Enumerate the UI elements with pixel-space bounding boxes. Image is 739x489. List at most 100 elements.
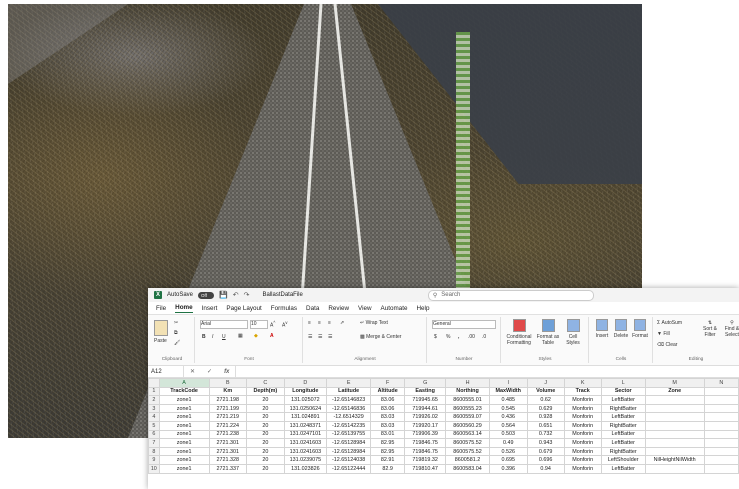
data-cell[interactable] (703, 395, 739, 405)
column-header-i[interactable]: I (488, 378, 528, 388)
column-header-a[interactable]: A (158, 378, 210, 388)
orientation-icon[interactable]: ⇗ (340, 320, 344, 326)
data-cell[interactable] (644, 446, 705, 457)
number-format-select[interactable]: General (432, 320, 496, 329)
decrease-decimal-icon[interactable]: .0 (482, 334, 486, 340)
row-header[interactable]: 9 (148, 455, 160, 465)
header-cell[interactable]: Longitude (283, 386, 328, 397)
header-cell[interactable]: Northing (445, 386, 490, 397)
copy-icon[interactable]: ⧉ (174, 330, 178, 336)
data-cell[interactable]: RightBatter (600, 420, 646, 431)
tab-help[interactable]: Help (417, 305, 430, 312)
column-header-e[interactable]: E (325, 378, 372, 388)
row-header[interactable]: 7 (148, 438, 160, 448)
percent-button[interactable]: % (446, 334, 450, 340)
data-cell[interactable] (644, 463, 705, 474)
data-cell[interactable]: 0.49 (488, 438, 528, 448)
data-cell[interactable]: Monforin (563, 395, 602, 405)
data-cell[interactable] (644, 438, 705, 448)
comma-button[interactable]: , (458, 334, 459, 340)
data-cell[interactable]: 20 (246, 463, 285, 474)
data-cell[interactable]: 8600555.01 (445, 395, 490, 405)
align-bottom-icon[interactable]: ≡ (328, 320, 331, 326)
align-center-icon[interactable]: ☰ (318, 334, 322, 340)
data-cell[interactable]: 20 (246, 395, 285, 405)
align-middle-icon[interactable]: ≡ (318, 320, 321, 326)
data-cell[interactable] (703, 446, 739, 457)
fill-color-icon[interactable]: ◆ (254, 333, 258, 339)
wrap-text-button[interactable]: ↵ Wrap Text (360, 320, 388, 326)
data-cell[interactable] (644, 429, 705, 440)
data-cell[interactable]: 83.06 (370, 403, 406, 414)
merge-center-button[interactable]: ▩ Merge & Center (360, 334, 401, 340)
tab-page-layout[interactable]: Page Layout (226, 305, 261, 312)
data-cell[interactable]: zone1 (158, 455, 210, 465)
row-header[interactable]: 10 (148, 463, 160, 474)
data-cell[interactable]: 8600581.2 (445, 455, 490, 465)
tab-automate[interactable]: Automate (381, 305, 408, 312)
data-cell[interactable]: -12.65128984 (325, 438, 372, 448)
data-cell[interactable]: 0.732 (526, 429, 565, 440)
tab-file[interactable]: File (156, 305, 166, 312)
data-cell[interactable]: 0.62 (526, 395, 565, 405)
data-cell[interactable]: 8600575.52 (445, 446, 490, 457)
data-cell[interactable]: LeftShoulder (600, 455, 646, 465)
column-header-l[interactable]: L (600, 378, 646, 388)
data-cell[interactable] (703, 463, 739, 474)
data-cell[interactable]: Monforin (563, 446, 602, 457)
fill-button[interactable]: ▼ Fill (657, 331, 670, 337)
data-cell[interactable] (703, 429, 739, 440)
data-cell[interactable]: 719926.02 (404, 412, 447, 422)
data-cell[interactable]: 131.025072 (283, 395, 328, 405)
data-cell[interactable]: 83.06 (370, 395, 406, 405)
row-header[interactable]: 6 (148, 429, 160, 440)
data-cell[interactable]: LeftBatter (600, 463, 646, 474)
shrink-font-icon[interactable]: Av (282, 320, 287, 329)
data-cell[interactable]: zone1 (158, 395, 210, 405)
data-cell[interactable]: 8600560.29 (445, 420, 490, 431)
data-cell[interactable]: Monforin (563, 429, 602, 440)
data-cell[interactable]: 8600555.23 (445, 403, 490, 414)
column-header-m[interactable]: M (644, 378, 705, 388)
data-cell[interactable]: RightBatter (600, 403, 646, 414)
underline-button[interactable]: U (222, 334, 226, 340)
data-cell[interactable]: zone1 (158, 429, 210, 440)
cut-icon[interactable]: ✂ (174, 320, 178, 326)
align-left-icon[interactable]: ☰ (308, 334, 312, 340)
data-cell[interactable]: 0.928 (526, 412, 565, 422)
column-header-g[interactable]: G (404, 378, 447, 388)
data-cell[interactable]: zone1 (158, 412, 210, 422)
tab-review[interactable]: Review (328, 305, 349, 312)
data-cell[interactable]: -12.65122444 (325, 463, 372, 474)
data-cell[interactable]: 0.695 (488, 455, 528, 465)
data-cell[interactable]: 0.943 (526, 438, 565, 448)
header-cell[interactable]: Zone (644, 386, 705, 397)
header-cell[interactable]: Depth(m) (246, 386, 285, 397)
column-header-j[interactable]: J (526, 378, 565, 388)
data-cell[interactable]: NilHeightNilWidth (644, 455, 705, 465)
insert-cells-button[interactable]: Insert (593, 319, 611, 339)
font-color-icon[interactable]: A (270, 333, 274, 339)
data-cell[interactable]: 2721.301 (208, 446, 248, 457)
tab-data[interactable]: Data (306, 305, 319, 312)
borders-icon[interactable]: ▦ (238, 333, 243, 339)
increase-decimal-icon[interactable]: .00 (468, 334, 475, 340)
tab-formulas[interactable]: Formulas (271, 305, 297, 312)
header-cell[interactable]: Km (208, 386, 248, 397)
data-cell[interactable] (703, 412, 739, 422)
data-cell[interactable]: 719945.65 (404, 395, 447, 405)
data-cell[interactable]: zone1 (158, 463, 210, 474)
data-cell[interactable]: LeftBatter (600, 412, 646, 422)
column-header-h[interactable]: H (445, 378, 490, 388)
format-as-table-button[interactable]: Format as Table (536, 319, 560, 346)
data-cell[interactable]: 719819.32 (404, 455, 447, 465)
data-cell[interactable]: 83.03 (370, 412, 406, 422)
data-cell[interactable]: 82.9 (370, 463, 406, 474)
data-cell[interactable]: 0.526 (488, 446, 528, 457)
data-cell[interactable]: 0.396 (488, 463, 528, 474)
data-cell[interactable] (644, 403, 705, 414)
data-cell[interactable]: zone1 (158, 420, 210, 431)
conditional-formatting-button[interactable]: Conditional Formatting (506, 319, 532, 346)
data-cell[interactable]: 82.95 (370, 446, 406, 457)
align-top-icon[interactable]: ≡ (308, 320, 311, 326)
